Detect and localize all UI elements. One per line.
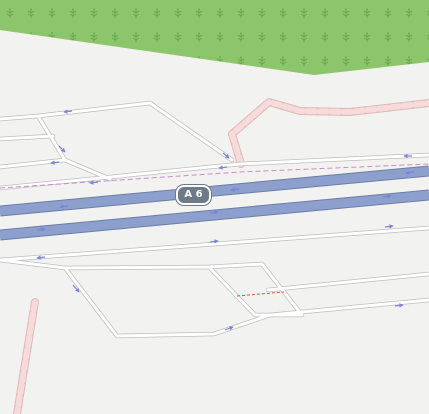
map-canvas[interactable] (0, 0, 429, 414)
forest-area (0, 0, 429, 75)
oneway-arrows (36, 109, 415, 331)
motorway-ref-shield[interactable]: A 6 (176, 185, 211, 205)
map-view[interactable]: A 6 (0, 0, 429, 414)
track-line (236, 291, 285, 297)
footpaths[interactable] (13, 98, 429, 414)
